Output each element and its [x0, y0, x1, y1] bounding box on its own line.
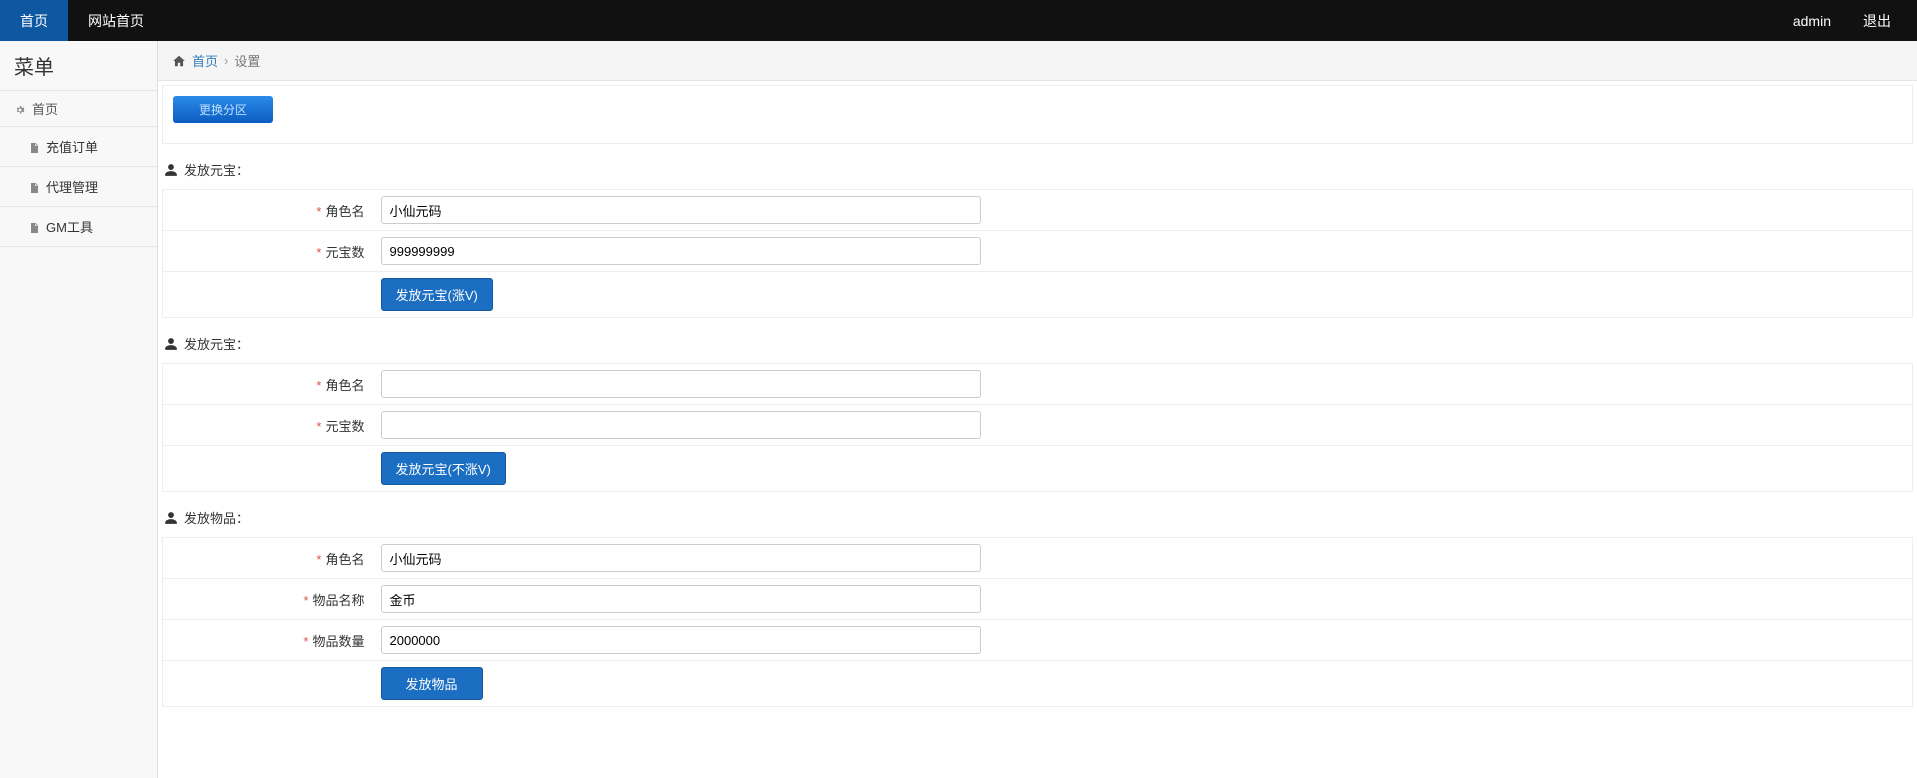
submit-yuanbao-novip-button[interactable]: 发放元宝(不涨V)	[381, 452, 506, 485]
label-role-text: 角色名	[325, 204, 364, 219]
topbar-user-label: admin	[1793, 13, 1831, 29]
label-qty: *物品数量	[163, 620, 373, 661]
section-item: 发放物品： *角色名 *物品名称 *物品数量 发放物品	[162, 504, 1913, 707]
panel-zone: 更换分区	[162, 85, 1913, 144]
role-input[interactable]	[381, 544, 981, 572]
section-title-text: 发放元宝：	[184, 334, 249, 353]
menu-head-label: 首页	[32, 99, 58, 118]
nav-site-home-label: 网站首页	[88, 11, 144, 31]
label-item-text: 物品名称	[312, 593, 364, 608]
role-input[interactable]	[381, 196, 981, 224]
content: 首页 › 设置 更换分区 发放元宝： *角色名 *元宝数	[158, 41, 1917, 778]
label-amount: *元宝数	[163, 231, 373, 272]
label-item: *物品名称	[163, 579, 373, 620]
section-title: 发放物品：	[162, 504, 1913, 537]
doc-icon	[28, 219, 40, 234]
topbar-logout-label: 退出	[1863, 11, 1891, 31]
label-role-text: 角色名	[325, 552, 364, 567]
topbar-user[interactable]: admin	[1777, 0, 1847, 41]
label-role: *角色名	[163, 364, 373, 405]
user-icon	[164, 162, 178, 178]
item-name-input[interactable]	[381, 585, 981, 613]
label-qty-text: 物品数量	[312, 634, 364, 649]
topbar-logout[interactable]: 退出	[1847, 0, 1907, 41]
menu-item-label: 充值订单	[46, 137, 98, 156]
topbar: 首页 网站首页 admin 退出	[0, 0, 1917, 41]
menu-item-agent[interactable]: 代理管理	[0, 167, 157, 207]
sidebar: 菜单 首页 充值订单 代理管理 GM工具	[0, 41, 158, 778]
section-yuanbao-vip: 发放元宝： *角色名 *元宝数 发放元宝(涨V)	[162, 156, 1913, 318]
section-yuanbao-novip: 发放元宝： *角色名 *元宝数 发放元宝(不涨V)	[162, 330, 1913, 492]
user-icon	[164, 510, 178, 526]
role-input[interactable]	[381, 370, 981, 398]
section-title: 发放元宝：	[162, 330, 1913, 363]
label-role: *角色名	[163, 190, 373, 231]
breadcrumb-current: 设置	[234, 51, 260, 70]
menu-item-label: GM工具	[46, 217, 93, 236]
topbar-left: 首页 网站首页	[0, 0, 164, 41]
label-role: *角色名	[163, 538, 373, 579]
doc-icon	[28, 179, 40, 194]
layout: 菜单 首页 充值订单 代理管理 GM工具	[0, 41, 1917, 778]
nav-site-home[interactable]: 网站首页	[68, 0, 164, 41]
user-icon	[164, 336, 178, 352]
doc-icon	[28, 139, 40, 154]
form-table: *角色名 *元宝数 发放元宝(涨V)	[162, 189, 1913, 318]
gear-icon	[14, 101, 26, 116]
label-amount-text: 元宝数	[325, 245, 364, 260]
menu-item-label: 代理管理	[46, 177, 98, 196]
label-role-text: 角色名	[325, 378, 364, 393]
section-title-text: 发放物品：	[184, 508, 249, 527]
form-table: *角色名 *元宝数 发放元宝(不涨V)	[162, 363, 1913, 492]
home-icon	[172, 53, 186, 69]
section-title: 发放元宝：	[162, 156, 1913, 189]
submit-yuanbao-vip-button[interactable]: 发放元宝(涨V)	[381, 278, 493, 311]
amount-input[interactable]	[381, 237, 981, 265]
label-amount-text: 元宝数	[325, 419, 364, 434]
menu-item-gmtool[interactable]: GM工具	[0, 207, 157, 247]
section-title-text: 发放元宝：	[184, 160, 249, 179]
form-table: *角色名 *物品名称 *物品数量 发放物品	[162, 537, 1913, 707]
breadcrumb-sep: ›	[224, 53, 228, 68]
breadcrumb: 首页 › 设置	[158, 41, 1917, 81]
menu-item-recharge[interactable]: 充值订单	[0, 127, 157, 167]
breadcrumb-home-link[interactable]: 首页	[192, 51, 218, 70]
sidebar-title: 菜单	[0, 41, 157, 91]
menu-head[interactable]: 首页	[0, 91, 157, 127]
nav-home-label: 首页	[20, 11, 48, 31]
topbar-right: admin 退出	[1777, 0, 1917, 41]
label-amount: *元宝数	[163, 405, 373, 446]
item-qty-input[interactable]	[381, 626, 981, 654]
amount-input[interactable]	[381, 411, 981, 439]
submit-item-button[interactable]: 发放物品	[381, 667, 483, 700]
change-zone-button[interactable]: 更换分区	[173, 96, 273, 123]
nav-home[interactable]: 首页	[0, 0, 68, 41]
